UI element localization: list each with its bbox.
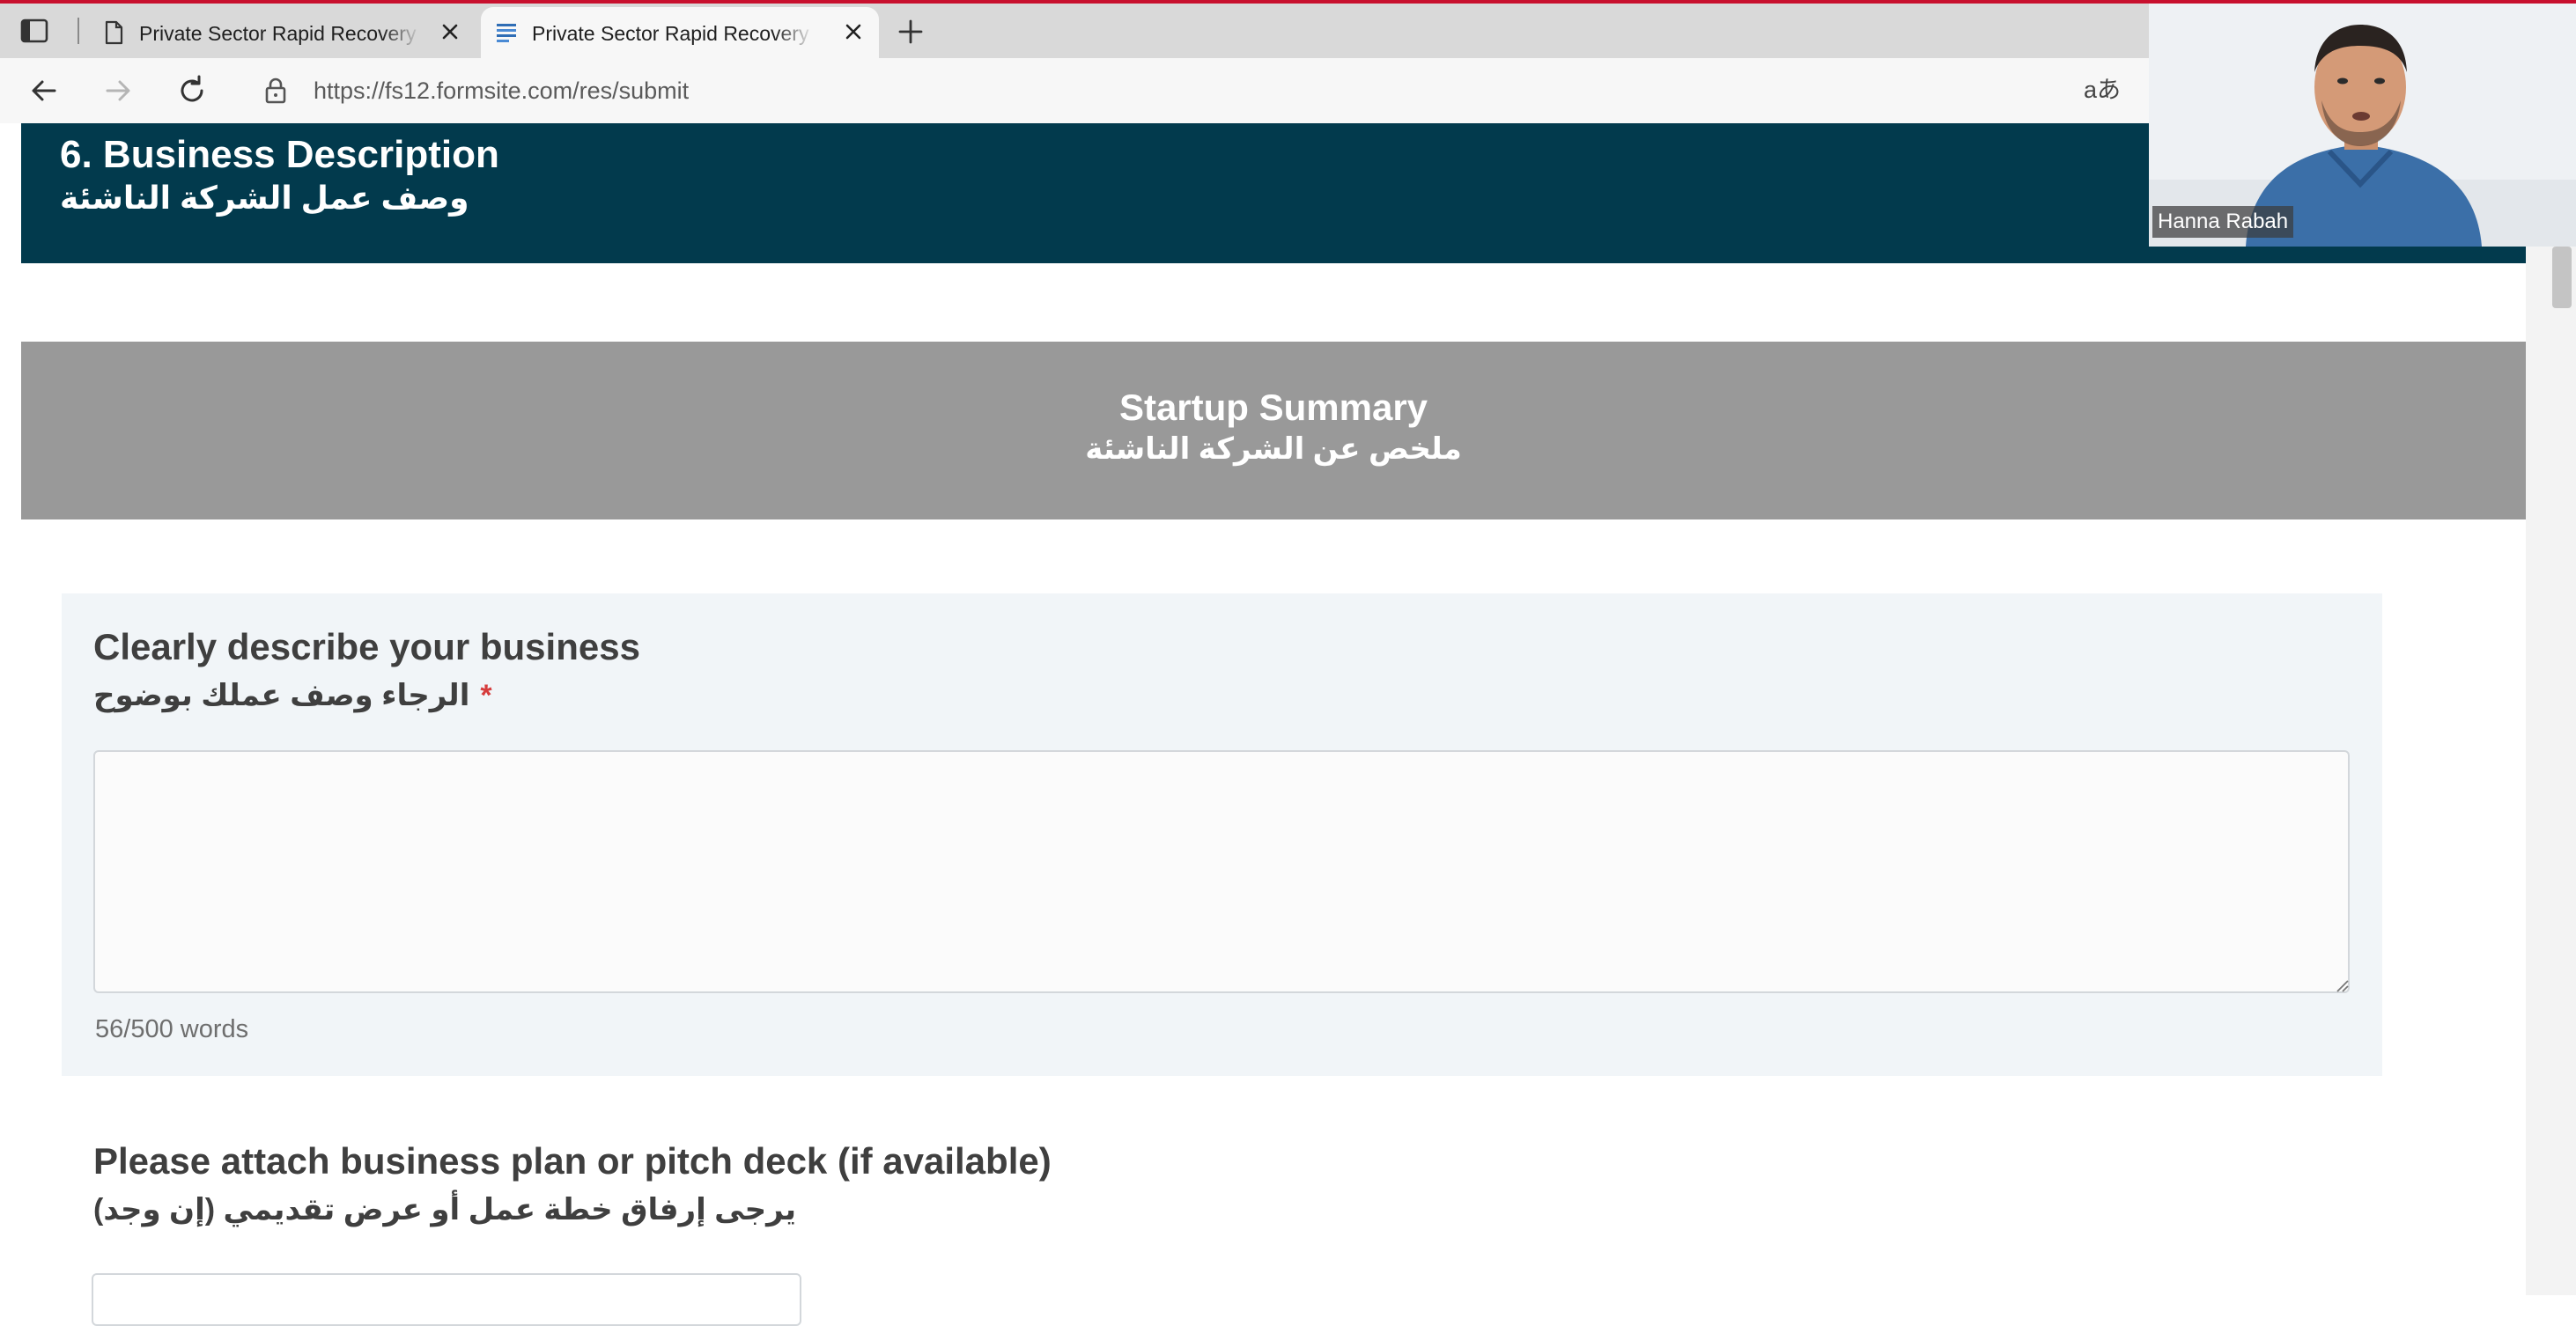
- tab-title: Private Sector Rapid Recovery Program: [532, 22, 814, 45]
- business-description-textarea[interactable]: [93, 750, 2350, 993]
- attach-plan-label-en: Please attach business plan or pitch dec…: [93, 1140, 1052, 1182]
- scrollbar-thumb[interactable]: [2552, 247, 2572, 308]
- form-page: 6. Business Description وصف عمل الشركة ا…: [0, 123, 2576, 1326]
- question-label-ar: الرجاء وصف عملك بوضوح: [93, 679, 470, 712]
- tab-title: Private Sector Rapid Recovery Program: [139, 22, 421, 45]
- close-tab-icon[interactable]: [439, 20, 461, 43]
- summary-title-en: Startup Summary: [1118, 387, 1428, 428]
- summary-title-ar: ملخص عن الشركة الناشئة: [1085, 432, 1462, 466]
- required-asterisk: *: [480, 679, 492, 712]
- back-arrow-icon[interactable]: [26, 73, 62, 108]
- lock-icon[interactable]: [261, 75, 291, 107]
- tab-private-sector-2[interactable]: Private Sector Rapid Recovery Program: [481, 7, 879, 58]
- file-upload-input[interactable]: [92, 1273, 801, 1326]
- startup-summary-heading: Startup Summary ملخص عن الشركة الناشئة: [21, 342, 2526, 519]
- tab-private-sector-1[interactable]: Private Sector Rapid Recovery Program: [88, 7, 476, 58]
- read-aloud-icon[interactable]: aあ: [2084, 74, 2121, 106]
- video-call-tile: Hanna Rabah: [2149, 4, 2576, 247]
- new-tab-plus-icon[interactable]: [895, 16, 926, 48]
- section-title-en: 6. Business Description: [60, 133, 499, 176]
- close-tab-icon[interactable]: [842, 20, 865, 43]
- tab-actions-icon[interactable]: [19, 16, 49, 46]
- question-label-en: Clearly describe your business: [93, 626, 640, 667]
- url-field[interactable]: https://fs12.formsite.com/res/submit: [314, 75, 689, 107]
- tab-separator: [78, 18, 79, 44]
- resize-grip-icon[interactable]: [2334, 977, 2350, 993]
- question-label-ar-row: الرجاء وصف عملك بوضوح *: [93, 676, 492, 715]
- word-count: 56/500 words: [95, 1015, 249, 1043]
- document-icon: [100, 19, 127, 46]
- form-icon: [493, 19, 520, 46]
- participant-name-tag: Hanna Rabah: [2152, 206, 2294, 238]
- address-bar: https://fs12.formsite.com/res/submit aあ: [0, 58, 2149, 123]
- tab-strip: Private Sector Rapid Recovery Program Pr…: [0, 4, 2149, 58]
- section-title-ar: وصف عمل الشركة الناشئة: [60, 180, 469, 216]
- forward-arrow-icon[interactable]: [100, 73, 136, 108]
- describe-business-field: Clearly describe your business الرجاء وص…: [62, 593, 2382, 1076]
- attach-plan-label-ar: يرجى إرفاق خطة عمل أو عرض تقديمي (إن وجد…: [93, 1193, 796, 1227]
- reload-icon[interactable]: [174, 73, 210, 108]
